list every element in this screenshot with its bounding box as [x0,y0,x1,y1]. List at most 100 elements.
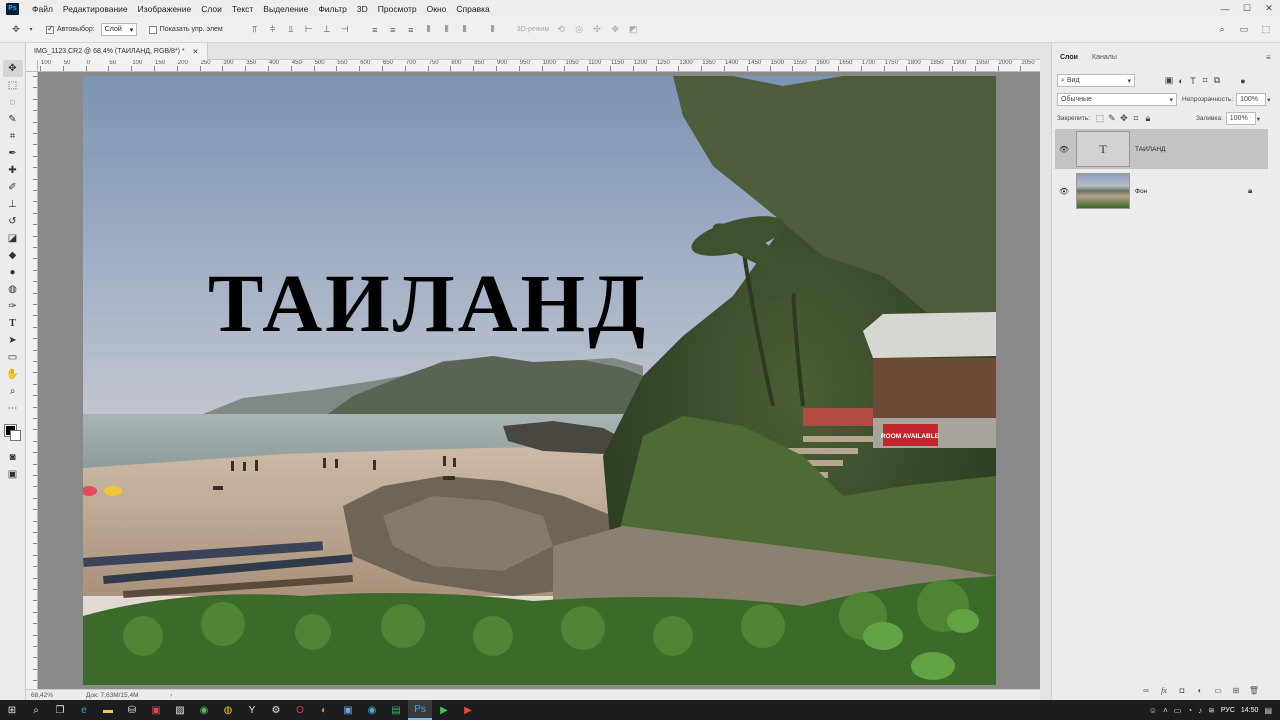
menu-type[interactable]: Текст [227,4,258,14]
lasso-tool-icon[interactable]: ◌ [3,94,23,111]
eyedropper-tool-icon[interactable]: ✒ [3,145,23,162]
store-icon[interactable]: ⛁ [120,700,144,720]
layer-row-background[interactable]: 👁︎ Фон 🔒︎ [1055,171,1268,211]
visibility-eye-icon[interactable]: 👁︎ [1055,145,1073,154]
3d-slide-icon[interactable]: ✥ [609,24,621,36]
quick-mask-icon[interactable]: ◙ [3,449,23,466]
filter-toggle-icon[interactable]: ● [1237,75,1249,87]
layer-name[interactable]: Фон [1135,188,1248,195]
app-icon-green2[interactable]: ▤ [384,700,408,720]
distribute-top-icon[interactable]: ≡ [369,24,381,36]
document-tab[interactable]: IMG_1123.CR2 @ 68,4% (ТАИЛАНД, RGB/8*) *… [26,43,208,60]
menu-view[interactable]: Просмотр [373,4,422,14]
menu-file[interactable]: Файл [27,4,58,14]
filter-smart-object-icon[interactable]: ⧉ [1211,75,1223,87]
firefox-icon[interactable]: ◐ [312,700,336,720]
filter-pixel-icon[interactable]: ▣ [1163,75,1175,87]
eraser-tool-icon[interactable]: ◪ [3,230,23,247]
menu-edit[interactable]: Редактирование [58,4,133,14]
layer-name[interactable]: ТАИЛАНД [1135,146,1268,153]
align-hcenter-icon[interactable]: ⊥ [321,24,333,36]
menu-help[interactable]: Справка [451,4,494,14]
lock-artboard-icon[interactable]: ⌗ [1130,113,1142,125]
visibility-eye-icon[interactable]: 👁︎ [1055,187,1073,196]
distribute-left-icon[interactable]: ⦀ [423,24,435,36]
link-layers-icon[interactable]: ∞ [1140,684,1152,696]
clock[interactable]: 14:50 [1241,707,1259,714]
quick-select-tool-icon[interactable]: ✎ [3,111,23,128]
app-icon-green3[interactable]: ▶ [432,700,456,720]
tab-channels[interactable]: Каналы [1085,49,1124,66]
delete-layer-icon[interactable]: 🗑︎ [1248,684,1260,696]
hand-tool-icon[interactable]: ✋ [3,366,23,383]
chevron-down-icon[interactable]: ▾ [1267,96,1270,104]
autoselect-target-select[interactable]: Слой ▾ [100,23,137,36]
fill-field[interactable]: 100% [1225,112,1256,125]
filter-shape-icon[interactable]: ⌗ [1199,75,1211,87]
close-window-button[interactable]: ✕ [1258,0,1280,17]
lock-all-icon[interactable]: 🔒︎ [1142,113,1154,125]
app-icon-settings[interactable]: ⚙ [264,700,288,720]
vertical-ruler[interactable] [26,72,38,689]
yandex-icon[interactable]: Y [240,700,264,720]
app-icon-red[interactable]: ▣ [144,700,168,720]
background-color-swatch[interactable] [9,430,21,441]
canvas-title-text-layer[interactable]: ТАИЛАНД [208,262,648,345]
search-icon[interactable]: ⌕ [1216,23,1228,35]
more-tools-icon[interactable]: ⋯ [3,400,23,417]
volume-icon[interactable]: ♪ [1198,706,1202,715]
new-adjustment-layer-icon[interactable]: ◐ [1194,684,1206,696]
panel-menu-icon[interactable]: ≡ [1266,53,1271,62]
dodge-tool-icon[interactable]: ◍ [3,281,23,298]
menu-image[interactable]: Изображение [133,4,197,14]
move-tool-preset-icon[interactable]: ✥ [10,24,22,36]
canvas-workspace[interactable]: ROOM AVAILABLE ТАИЛАНД [38,72,1040,689]
photoshop-taskbar-icon[interactable]: Ps [408,700,432,720]
align-right-icon[interactable]: ⊣ [339,24,351,36]
blend-mode-select[interactable]: Обычные ▾ [1057,93,1177,106]
history-brush-tool-icon[interactable]: ↺ [3,213,23,230]
edge-icon[interactable]: e [72,700,96,720]
3d-drag-icon[interactable]: ✣ [591,24,603,36]
minimize-button[interactable]: — [1214,0,1236,17]
3d-roll-icon[interactable]: ◎ [573,24,585,36]
workspace-icon[interactable]: ▭ [1238,23,1250,35]
notifications-icon[interactable]: ▤ [1264,706,1272,715]
zoom-level-field[interactable]: 68,42% [26,692,76,699]
layer-filter-select[interactable]: ⌕ Вид ▾ [1057,74,1135,87]
chevron-up-icon[interactable]: ˄ [1163,706,1168,715]
opera-icon[interactable]: O [288,700,312,720]
auto-align-icon[interactable]: ⫴ [487,24,499,36]
show-transform-controls-checkbox[interactable] [148,25,157,34]
chrome-icon[interactable]: ◍ [216,700,240,720]
horizontal-ruler[interactable]: 100 50 0 50 100 150 200 250 300 350 400 450 500 550 60… [38,60,1040,72]
app-icon-cyan[interactable]: ◉ [360,700,384,720]
add-mask-icon[interactable]: ◘ [1176,684,1188,696]
menu-layers[interactable]: Слои [196,4,227,14]
clone-stamp-tool-icon[interactable]: ⊥ [3,196,23,213]
distribute-right-icon[interactable]: ⦀ [459,24,471,36]
chevron-down-icon[interactable]: ▾ [1257,115,1260,123]
color-swatches[interactable] [3,423,23,443]
tab-layers[interactable]: Слои [1053,49,1085,66]
battery-icon[interactable]: ▭ [1174,706,1182,715]
maximize-button[interactable]: ☐ [1236,0,1258,17]
menu-select[interactable]: Выделение [258,4,313,14]
explorer-icon[interactable]: ▬ [96,700,120,720]
task-view-icon[interactable]: ❐ [48,700,72,720]
move-tool-icon[interactable]: ✥ [2,60,23,77]
shape-tool-icon[interactable]: ▭ [3,349,23,366]
network-icon[interactable]: ◔ [1187,706,1192,715]
language-indicator[interactable]: РУС [1221,707,1235,714]
add-layer-style-icon[interactable]: fx [1158,684,1170,696]
paint-bucket-tool-icon[interactable]: ◆ [3,247,23,264]
photos-icon[interactable]: ▨ [168,700,192,720]
ruler-origin[interactable] [26,60,38,72]
new-group-icon[interactable]: ▭ [1212,684,1224,696]
distribute-hcenter-icon[interactable]: ⦀ [441,24,453,36]
chevron-down-icon[interactable]: ▾ [28,24,34,36]
start-icon[interactable]: ⊞ [0,700,24,720]
user-icon[interactable]: ☺ [1149,706,1157,715]
opacity-field[interactable]: 100% [1236,93,1267,106]
document-canvas[interactable]: ROOM AVAILABLE ТАИЛАНД [83,76,996,685]
